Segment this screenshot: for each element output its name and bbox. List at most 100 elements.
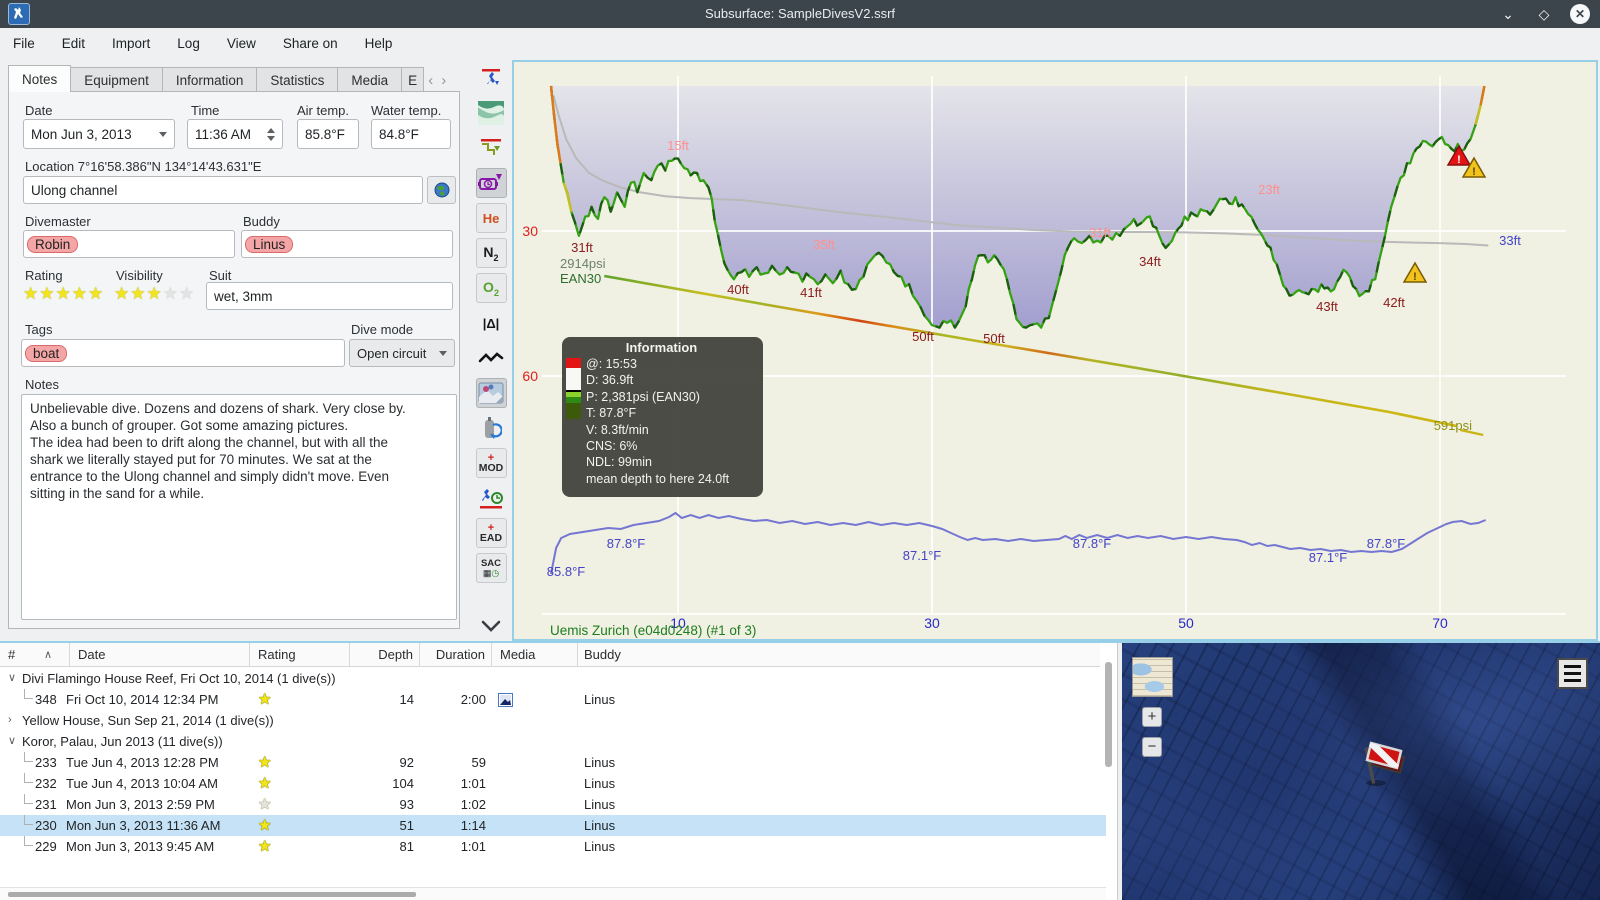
date-combobox[interactable]: Mon Jun 3, 2013 <box>23 119 175 149</box>
menu-item-edit[interactable]: Edit <box>62 36 85 51</box>
trip-row[interactable]: ∨ Koror, Palau, Jun 2013 (11 dive(s)) <box>0 731 1106 752</box>
trip-row[interactable]: › Yellow House, Sun Sep 21, 2014 (1 dive(… <box>0 710 1106 731</box>
dive-list-vertical-scrollbar[interactable] <box>1105 662 1112 767</box>
trip-label: Divi Flamingo House Reef, Fri Oct 10, 20… <box>22 671 336 686</box>
tab-notes[interactable]: Notes <box>8 65 72 92</box>
sort-indicator-icon[interactable]: ∧ <box>44 643 52 667</box>
close-button[interactable]: ✕ <box>1570 4 1590 24</box>
tab-bar: Notes Equipment Information Statistics Media… <box>8 65 464 92</box>
water-gradient-icon[interactable] <box>476 98 507 128</box>
tab-equipment[interactable]: Equipment <box>71 67 163 92</box>
dive-site-map[interactable]: + − <box>1122 643 1600 900</box>
trip-expand-icon[interactable]: › <box>8 710 12 731</box>
menu-item-view[interactable]: View <box>227 36 256 51</box>
dive-row[interactable]: 233 Tue Jun 4, 2013 12:28 PM ★ ★ ★ ★ ★ 92 59 Linu… <box>0 752 1106 773</box>
column-header-media[interactable]: Media <box>492 643 578 667</box>
dive-row[interactable]: 229 Mon Jun 3, 2013 9:45 AM ★ ★ ★ ★ ★ 81 1:01 Lin… <box>0 836 1106 857</box>
trip-expand-icon[interactable]: ∨ <box>8 668 16 689</box>
dive-list-horizontal-scrollbar[interactable] <box>8 892 416 897</box>
depth-annotation: 31ft <box>1089 225 1111 240</box>
helium-graph-icon[interactable]: He <box>475 203 507 233</box>
dive-number: 229 <box>35 839 57 854</box>
menu-item-help[interactable]: Help <box>365 36 393 51</box>
dive-profile-chart[interactable]: !!! 15ft 31ft 40ft 41ft 35ft 50ft 50ft 31ft 34ft 2… <box>512 60 1598 641</box>
maximize-button[interactable]: ◇ <box>1534 4 1554 24</box>
sac-icon[interactable]: SAC ▦◷ <box>475 553 507 583</box>
map-zoom-in-button[interactable]: + <box>1142 707 1162 727</box>
time-spinner[interactable]: 11:36 AM <box>187 119 283 149</box>
air-temp-field[interactable]: 85.8°F <box>297 119 359 149</box>
tab-information[interactable]: Information <box>162 67 258 92</box>
menu-item-share-on[interactable]: Share on <box>283 36 338 51</box>
column-header-buddy[interactable]: Buddy <box>578 643 1098 667</box>
ead-icon[interactable]: + EAD <box>475 518 507 548</box>
visibility-stars[interactable]: ★★★★★ <box>114 284 195 304</box>
tag-chip[interactable]: boat <box>25 344 68 362</box>
nitrogen-graph-icon[interactable]: N2 <box>475 238 507 268</box>
photos-icon[interactable] <box>475 378 507 408</box>
oxygen-graph-icon[interactable]: O2 <box>475 273 507 303</box>
divemaster-chip[interactable]: Robin <box>27 235 79 253</box>
water-temp-label: Water temp. <box>371 103 442 118</box>
dive-row[interactable]: 348 Fri Oct 10, 2014 12:34 PM ★ ★ ★ ★ ★ 14 2:00 L… <box>0 689 1106 710</box>
tab-scroll-left-icon[interactable]: ‹ <box>424 68 437 92</box>
depth-annotation: 41ft <box>800 285 822 300</box>
water-temp-field[interactable]: 84.8°F <box>371 119 451 149</box>
dive-mode-combobox[interactable]: Open circuit <box>349 339 455 367</box>
dive-list-rows: ∨ Divi Flamingo House Reef, Fri Oct 10, 2… <box>0 668 1106 857</box>
tab-statistics[interactable]: Statistics <box>257 67 339 92</box>
divemaster-field[interactable]: Robin <box>23 230 235 258</box>
location-field[interactable]: Ulong channel <box>23 176 423 204</box>
dive-time-icon[interactable] <box>476 483 507 513</box>
spinner-arrows-icon[interactable] <box>267 127 275 141</box>
map-zoom-out-button[interactable]: − <box>1142 737 1162 757</box>
delta-depth-icon[interactable]: |Δ| <box>476 308 507 338</box>
time-label: Time <box>191 103 220 118</box>
dive-flag-marker[interactable] <box>1354 731 1410 794</box>
column-header-depth[interactable]: Depth <box>350 643 420 667</box>
notes-textarea[interactable]: Unbelievable dive. Dozens and dozens of … <box>21 394 457 620</box>
tags-field[interactable]: boat <box>21 339 345 367</box>
collapse-toolbar-icon[interactable] <box>476 611 507 641</box>
minimap-thumbnail[interactable] <box>1132 657 1173 697</box>
tab-media[interactable]: Media <box>338 67 403 92</box>
column-header-duration[interactable]: Duration <box>420 643 492 667</box>
velocity-legend-swatch <box>566 356 581 487</box>
buddy-chip[interactable]: Linus <box>245 235 294 253</box>
tank-bar-icon[interactable] <box>476 413 507 443</box>
globe-button[interactable] <box>427 176 456 204</box>
dive-buddy: Linus <box>584 776 616 791</box>
column-header-date[interactable]: Date <box>70 643 250 667</box>
dive-list-header[interactable]: # ∧ Date Rating Depth Duration Media Buddy <box>0 643 1100 667</box>
dive-row[interactable]: 231 Mon Jun 3, 2013 2:59 PM ★ ★ ★ ★ ★ 93 1:02 Lin… <box>0 794 1106 815</box>
column-header-rating[interactable]: Rating <box>250 643 350 667</box>
column-header-num[interactable]: # ∧ <box>0 643 70 667</box>
profile-toolbar: He N2 O2 |Δ| + MOD + EAD SAC ▦◷ <box>470 63 512 641</box>
minimize-button[interactable]: ⌄ <box>1498 4 1518 24</box>
menu-item-file[interactable]: File <box>13 36 35 51</box>
tab-scroll-right-icon[interactable]: › <box>437 68 450 92</box>
depth-annotation: 34ft <box>1139 254 1161 269</box>
buddy-field[interactable]: Linus <box>241 230 453 258</box>
profile-dive-icon[interactable] <box>476 63 507 93</box>
menu-item-import[interactable]: Import <box>112 36 150 51</box>
menu-item-log[interactable]: Log <box>177 36 200 51</box>
mod-icon[interactable]: + MOD <box>475 448 507 478</box>
trip-expand-icon[interactable]: ∨ <box>8 731 16 752</box>
suit-field[interactable]: wet, 3mm <box>206 282 453 310</box>
dive-depth: 104 <box>392 776 414 791</box>
rating-stars[interactable]: ★★★★★ <box>23 284 104 304</box>
info-tooltip-rows: @: 15:53 D: 36.9ft P: 2,381psi (EAN30) T: 8… <box>586 356 729 487</box>
dive-row[interactable]: 230 Mon Jun 3, 2013 11:36 AM ★ ★ ★ ★ ★ 51 1:14 Li… <box>0 815 1106 836</box>
map-menu-button[interactable] <box>1557 658 1588 689</box>
heartrate-icon[interactable] <box>476 343 507 373</box>
dive-row[interactable]: 232 Tue Jun 4, 2013 10:04 AM ★ ★ ★ ★ ★ 104 1:01 L… <box>0 773 1106 794</box>
trip-row[interactable]: ∨ Divi Flamingo House Reef, Fri Oct 10, 2… <box>0 668 1106 689</box>
tab-e[interactable]: E <box>402 67 425 92</box>
info-tooltip-title: Information <box>625 340 698 355</box>
dive-list-hscroll-track[interactable] <box>0 887 1106 900</box>
dc-ceiling-icon[interactable] <box>476 133 507 163</box>
events-icon[interactable] <box>475 168 507 198</box>
info-tooltip-row: @: 15:53 <box>586 357 637 371</box>
tree-branch-line <box>24 836 33 846</box>
